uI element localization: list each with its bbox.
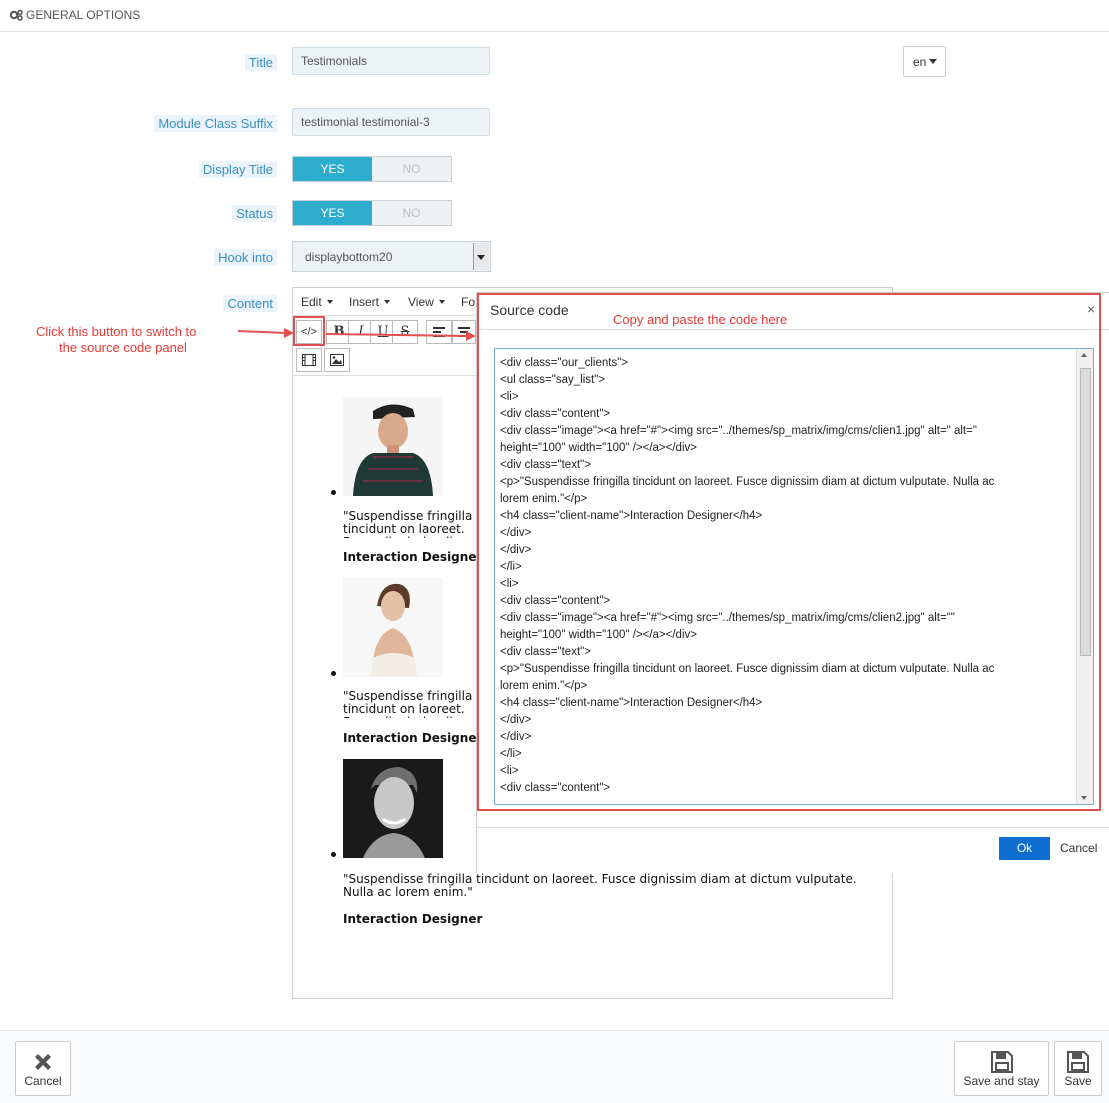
hook-label: Hook into bbox=[214, 249, 277, 266]
insert-video-button[interactable] bbox=[296, 348, 322, 372]
status-no[interactable]: NO bbox=[372, 201, 451, 225]
dialog-cancel-button[interactable]: Cancel bbox=[1060, 841, 1097, 855]
caret-down-icon bbox=[929, 59, 937, 64]
film-icon bbox=[302, 354, 316, 366]
client-photo-3 bbox=[343, 759, 443, 858]
hook-value: displaybottom20 bbox=[305, 250, 393, 264]
menu-insert[interactable]: Insert bbox=[349, 295, 391, 309]
image-icon bbox=[330, 354, 344, 366]
status-label: Status bbox=[232, 205, 277, 222]
client-name-2: Interaction Designer bbox=[343, 731, 483, 745]
close-icon bbox=[35, 1054, 51, 1070]
language-dropdown[interactable]: en bbox=[903, 46, 946, 77]
cancel-button[interactable]: Cancel bbox=[15, 1041, 71, 1096]
display-title-yes[interactable]: YES bbox=[293, 157, 372, 181]
floppy-disk-icon bbox=[1067, 1051, 1089, 1073]
status-toggle[interactable]: YES NO bbox=[292, 200, 452, 226]
hook-select[interactable]: displaybottom20 bbox=[292, 241, 491, 272]
floppy-disk-icon bbox=[990, 1051, 1013, 1073]
menu-format[interactable]: Fo bbox=[461, 295, 475, 309]
menu-edit[interactable]: Edit bbox=[301, 295, 333, 309]
annotation-box-dialog bbox=[477, 293, 1101, 811]
panel-title: GENERAL OPTIONS bbox=[26, 8, 141, 22]
person-photo bbox=[343, 397, 443, 496]
menu-format-label: Fo bbox=[461, 295, 476, 309]
cogs-icon bbox=[9, 9, 23, 21]
save-label: Save bbox=[1064, 1074, 1092, 1088]
menu-view-label: View bbox=[408, 295, 434, 309]
annotation-text-2: the source code panel bbox=[59, 340, 187, 355]
class-suffix-input[interactable]: testimonial testimonial-3 bbox=[292, 108, 490, 136]
content-label: Content bbox=[223, 295, 277, 312]
caret-down-icon bbox=[384, 300, 391, 304]
ok-button[interactable]: Ok bbox=[999, 837, 1050, 860]
language-value: en bbox=[913, 55, 927, 69]
insert-image-button[interactable] bbox=[324, 348, 350, 372]
display-title-no[interactable]: NO bbox=[372, 157, 451, 181]
select-arrow-icon[interactable] bbox=[473, 243, 489, 270]
annotation-text-1: Click this button to switch to bbox=[36, 324, 197, 339]
status-yes[interactable]: YES bbox=[293, 201, 372, 225]
title-input[interactable]: Testimonials bbox=[292, 47, 490, 75]
client-photo-1 bbox=[343, 397, 443, 496]
save-and-stay-label: Save and stay bbox=[963, 1074, 1040, 1088]
panel-footer: Cancel Save and stay Save bbox=[0, 1030, 1109, 1103]
menu-view[interactable]: View bbox=[408, 295, 445, 309]
menu-edit-label: Edit bbox=[301, 295, 322, 309]
annotation-box-button bbox=[293, 316, 325, 346]
menu-insert-label: Insert bbox=[349, 295, 380, 309]
display-title-toggle[interactable]: YES NO bbox=[292, 156, 452, 182]
caret-down-icon bbox=[438, 300, 445, 304]
divider bbox=[477, 827, 1109, 828]
list-bullet bbox=[331, 490, 336, 495]
cancel-label: Cancel bbox=[24, 1074, 62, 1088]
caret-down-icon bbox=[326, 300, 333, 304]
person-photo bbox=[343, 759, 443, 858]
panel-heading: GENERAL OPTIONS bbox=[0, 0, 1109, 32]
annotation-arrow-icon bbox=[326, 331, 476, 341]
client-name-3: Interaction Designer bbox=[343, 912, 483, 926]
list-bullet bbox=[331, 671, 336, 676]
testimonial-text-3: "Suspendisse fringilla tincidunt on laor… bbox=[343, 872, 857, 899]
person-photo bbox=[343, 578, 443, 677]
client-name-1: Interaction Designer bbox=[343, 550, 483, 564]
testimonial-text-1: "Suspendisse fringilla tincidunt on laor… bbox=[343, 510, 473, 538]
display-title-label: Display Title bbox=[198, 161, 277, 178]
testimonial-text-2: "Suspendisse fringilla tincidunt on laor… bbox=[343, 690, 473, 718]
save-button[interactable]: Save bbox=[1054, 1041, 1102, 1096]
class-suffix-label: Module Class Suffix bbox=[154, 115, 277, 132]
save-and-stay-button[interactable]: Save and stay bbox=[954, 1041, 1049, 1096]
annotation-arrow-icon bbox=[237, 328, 294, 338]
list-bullet bbox=[331, 852, 336, 857]
client-photo-2 bbox=[343, 578, 443, 677]
title-label: Title bbox=[244, 54, 277, 71]
annotation-paste-hint: Copy and paste the code here bbox=[613, 312, 788, 327]
